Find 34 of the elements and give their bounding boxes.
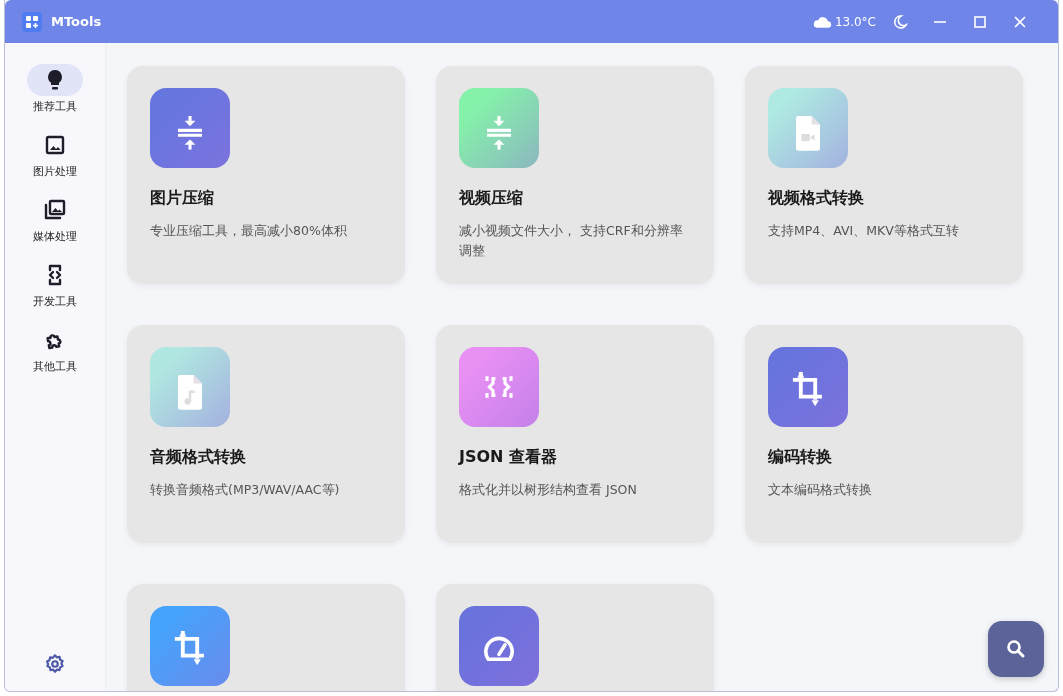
app-logo-icon	[22, 11, 42, 32]
tool-description: 减小视频文件大小， 支持CRF和分辨率调整	[459, 222, 684, 260]
tool-description: 支持MP4、AVI、MKV等格式互转	[768, 222, 960, 240]
sidebar-item[interactable]: 媒体处理	[27, 194, 83, 244]
tool-description: 文本编码格式转换	[768, 481, 873, 499]
settings-icon	[44, 653, 66, 675]
sidebar-item[interactable]: 其他工具	[27, 324, 83, 374]
tool-title: 音频格式转换	[150, 447, 247, 468]
cloud-icon	[811, 14, 832, 29]
window-title: MTools	[51, 14, 102, 29]
tool-card[interactable]: JSON 查看器 格式化并以树形结构查看 JSON	[436, 325, 714, 543]
tool-card[interactable]: 音频格式转换 转换音频格式(MP3/WAV/AAC等)	[127, 325, 405, 543]
tool-title: 视频压缩	[459, 188, 524, 209]
tool-title: 编码转换	[768, 447, 833, 468]
maximize-icon	[972, 13, 988, 30]
tool-card[interactable]: 图片压缩 专业压缩工具，最高减小80%体积	[127, 66, 405, 284]
minimize-icon	[934, 20, 946, 23]
close-icon	[1012, 13, 1028, 30]
sidebar-item[interactable]: 图片处理	[27, 129, 83, 179]
temperature: 13.0°C	[834, 14, 876, 29]
tool-title: 视频格式转换	[768, 188, 865, 209]
search-button[interactable]	[988, 621, 1044, 677]
moon-icon	[892, 13, 908, 30]
tool-description: 转换音频格式(MP3/WAV/AAC等)	[150, 481, 341, 499]
tool-description: 专业压缩工具，最高减小80%体积	[150, 222, 348, 240]
sidebar-item[interactable]: 开发工具	[27, 259, 83, 309]
photo-stack-icon	[43, 198, 67, 222]
tool-card[interactable]: 视频格式转换 支持MP4、AVI、MKV等格式互转	[745, 66, 1023, 284]
tool-description: 格式化并以树形结构查看 JSON	[459, 481, 638, 499]
tool-card[interactable]: 视频压缩 减小视频文件大小， 支持CRF和分辨率调整	[436, 66, 714, 284]
tool-card[interactable]: 编码转换 文本编码格式转换	[745, 325, 1023, 543]
tool-title: JSON 查看器	[459, 447, 559, 468]
image-icon	[43, 133, 67, 157]
tool-title: 图片压缩	[150, 188, 215, 209]
